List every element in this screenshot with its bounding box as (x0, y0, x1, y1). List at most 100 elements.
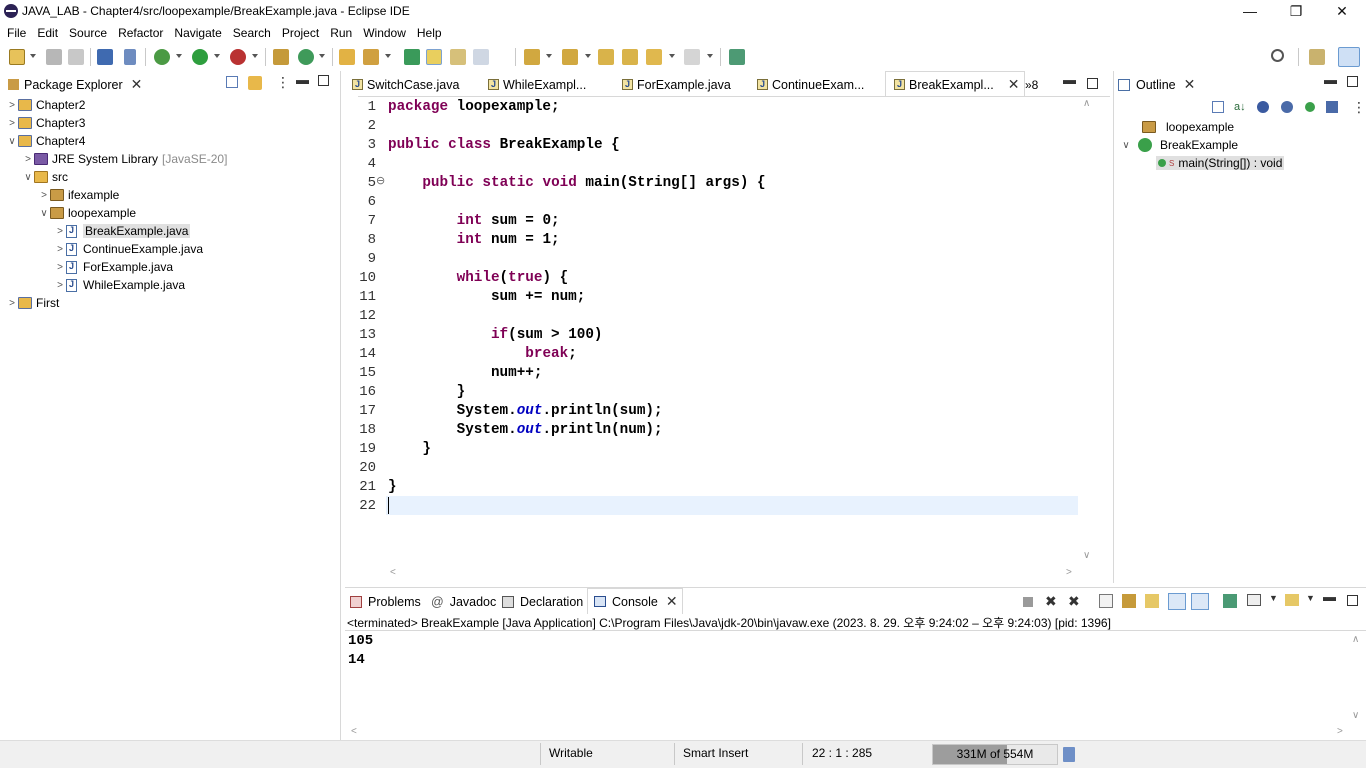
debug-dropdown-icon[interactable] (176, 54, 182, 58)
pin-console-icon[interactable] (1223, 594, 1237, 608)
tree-item[interactable]: > WhileExample.java (54, 276, 185, 294)
chevron-right-icon[interactable]: > (6, 298, 18, 309)
status-insert-mode[interactable]: Smart Insert (683, 746, 748, 760)
scroll-up-icon[interactable]: ∧ (1083, 98, 1090, 109)
run-dropdown-icon[interactable] (214, 54, 220, 58)
tree-item[interactable]: ∨ loopexample (38, 204, 136, 222)
chevron-down-icon[interactable]: ∨ (1120, 140, 1132, 151)
outline-item-class[interactable]: ∨ BreakExample (1120, 136, 1238, 154)
tab-breakexample[interactable]: BreakExampl... ✕ (885, 71, 1025, 97)
open-perspective-icon[interactable] (1309, 49, 1325, 65)
clear-console-icon[interactable] (1099, 594, 1113, 608)
open-console-icon[interactable] (1285, 594, 1299, 606)
code-line[interactable]: break; (388, 345, 577, 364)
new-java-class-icon[interactable] (298, 49, 314, 65)
tab-declaration[interactable]: Declaration (502, 589, 583, 614)
collapse-all-icon[interactable] (1212, 101, 1224, 113)
outline-item-method[interactable]: S main(String[]) : void (1156, 154, 1285, 172)
heap-status[interactable]: 331M of 554M (932, 744, 1058, 765)
restore-button[interactable]: ❐ (1273, 0, 1319, 23)
code-line[interactable]: } (388, 440, 431, 459)
tab-console[interactable]: Console ✕ (587, 588, 683, 614)
menu-project[interactable]: Project (282, 23, 319, 43)
chevron-right-icon[interactable]: > (54, 262, 66, 273)
scroll-right-icon[interactable]: > (1337, 726, 1343, 737)
code-line[interactable]: if(sum > 100) (388, 326, 603, 345)
link-with-editor-icon[interactable] (248, 76, 262, 90)
forward-dropdown-icon[interactable] (707, 54, 713, 58)
scroll-left-icon[interactable]: < (351, 726, 357, 737)
scroll-right-icon[interactable]: > (1066, 567, 1072, 578)
sort-icon[interactable]: a↓ (1234, 101, 1246, 113)
chevron-down-icon[interactable]: ∨ (38, 208, 50, 219)
chevron-down-icon[interactable]: ∨ (6, 136, 18, 147)
menu-navigate[interactable]: Navigate (174, 23, 221, 43)
package-explorer-tab[interactable]: Package Explorer ✕ (8, 72, 142, 97)
scroll-down-icon[interactable]: ∨ (1083, 550, 1090, 561)
scroll-up-icon[interactable]: ∧ (1352, 634, 1359, 645)
forward-edit-icon[interactable] (622, 49, 638, 65)
tab-javadoc[interactable]: @ Javadoc (431, 589, 496, 614)
tab-continueexample[interactable]: ContinueExam... (757, 72, 864, 97)
code-line[interactable]: public class BreakExample { (388, 136, 620, 155)
scroll-lock-icon[interactable] (1122, 594, 1136, 608)
menu-refactor[interactable]: Refactor (118, 23, 163, 43)
code-line[interactable]: while(true) { (388, 269, 569, 288)
tree-item[interactable]: > First (6, 294, 59, 312)
terminate-icon[interactable] (1023, 597, 1033, 607)
fold-collapse-icon[interactable]: ⊖ (376, 174, 385, 187)
next-annotation-dropdown-icon[interactable] (546, 54, 552, 58)
view-menu-icon[interactable]: ⋮ (1352, 99, 1366, 116)
next-annotation-icon[interactable] (524, 49, 540, 65)
maximize-view-icon[interactable] (1347, 595, 1358, 606)
scroll-down-icon[interactable]: ∨ (1352, 710, 1359, 721)
tree-item[interactable]: > ForExample.java (54, 258, 173, 276)
hide-static-icon[interactable] (1281, 101, 1293, 113)
close-window-button[interactable]: ✕ (1319, 0, 1365, 23)
tree-item[interactable]: > BreakExample.java (54, 222, 191, 240)
outline-tab[interactable]: Outline ✕ (1118, 72, 1195, 97)
code-line[interactable]: num++; (388, 364, 542, 383)
skip-breakpoints-icon[interactable] (124, 49, 136, 65)
code-line[interactable]: int sum = 0; (388, 212, 560, 231)
maximize-view-icon[interactable] (1347, 76, 1358, 87)
search-dropdown-icon[interactable] (385, 54, 391, 58)
close-tab-icon[interactable]: ✕ (666, 593, 678, 610)
scroll-left-icon[interactable]: < (390, 567, 396, 578)
hide-local-types-icon[interactable] (1326, 101, 1338, 113)
code-line[interactable]: System.out.println(num); (388, 421, 663, 440)
java-perspective-icon[interactable] (1338, 47, 1360, 67)
open-type-icon[interactable] (339, 49, 355, 65)
chevron-right-icon[interactable]: > (54, 226, 66, 237)
code-line[interactable]: } (388, 478, 397, 497)
search-icon[interactable] (1271, 49, 1284, 62)
tree-item[interactable]: > ifexample (38, 186, 119, 204)
display-selected-console-icon[interactable] (1247, 594, 1261, 606)
tree-item[interactable]: ∨ Chapter4 (6, 132, 85, 150)
open-console-dropdown-icon[interactable]: ▼ (1306, 593, 1315, 603)
pin-editor-icon[interactable] (729, 49, 745, 65)
tab-forexample[interactable]: ForExample.java (622, 72, 731, 97)
chevron-right-icon[interactable]: > (22, 154, 34, 165)
trash-icon[interactable] (1063, 747, 1075, 762)
menu-run[interactable]: Run (330, 23, 352, 43)
remove-all-launches-icon[interactable]: ✖ (1068, 593, 1080, 610)
forward-icon[interactable] (684, 49, 700, 65)
code-line[interactable]: System.out.println(sum); (388, 402, 663, 421)
annotation-icon[interactable] (404, 49, 420, 65)
pilcrow-icon[interactable] (497, 49, 507, 65)
display-console-dropdown-icon[interactable]: ▼ (1269, 593, 1278, 603)
tab-problems[interactable]: Problems (350, 589, 421, 614)
maximize-view-icon[interactable] (318, 75, 329, 86)
terminal-icon[interactable] (97, 49, 113, 65)
tree-item[interactable]: > Chapter3 (6, 114, 85, 132)
show-on-stdout-icon[interactable] (1168, 593, 1186, 610)
last-edit-location-icon[interactable] (598, 49, 614, 65)
word-wrap-icon[interactable] (1145, 594, 1159, 608)
save-all-icon[interactable] (68, 49, 84, 65)
new-class-dropdown-icon[interactable] (319, 54, 325, 58)
previous-annotation-icon[interactable] (562, 49, 578, 65)
menu-source[interactable]: Source (69, 23, 107, 43)
view-menu-icon[interactable]: ⋮ (276, 74, 290, 91)
new-icon[interactable] (9, 49, 25, 65)
